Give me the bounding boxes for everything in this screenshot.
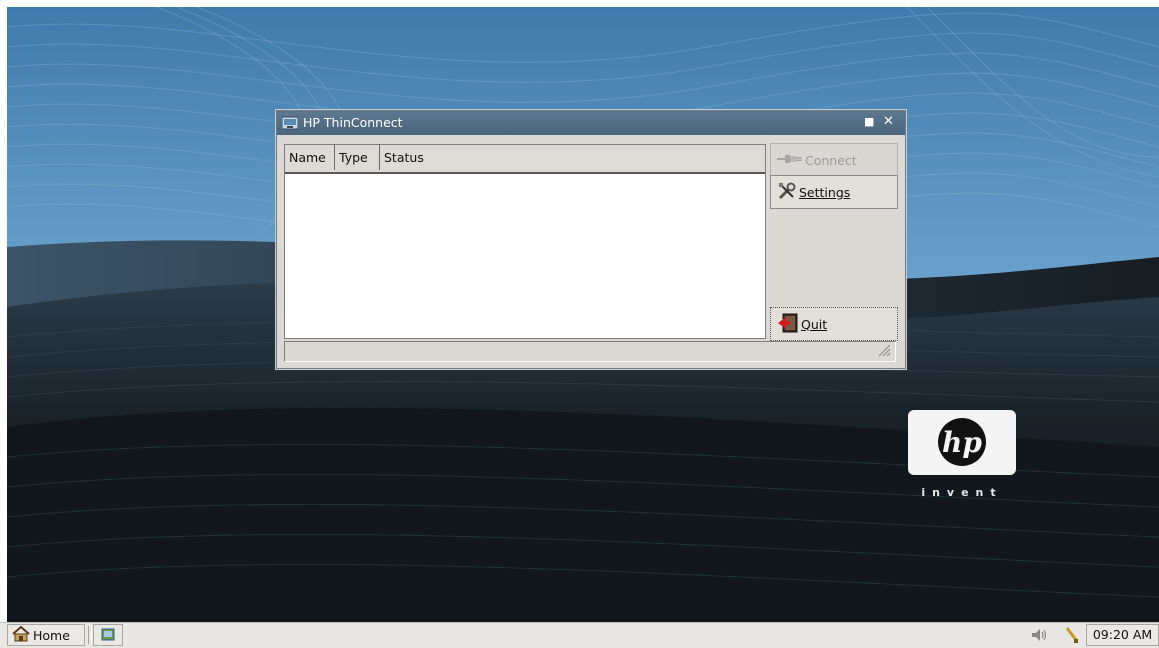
- resize-grip-icon[interactable]: [877, 343, 891, 357]
- volume-icon[interactable]: [1030, 627, 1048, 643]
- close-icon[interactable]: ✕: [883, 114, 894, 129]
- home-button[interactable]: Home: [7, 624, 85, 646]
- maximize-icon[interactable]: ■: [864, 115, 874, 128]
- exit-icon: [777, 313, 799, 336]
- list-header: Name Type Status: [285, 145, 765, 174]
- settings-button[interactable]: Settings: [770, 175, 898, 209]
- hp-logo: hp invent: [908, 410, 1016, 502]
- home-icon: [12, 625, 30, 645]
- title-bar[interactable]: HP ThinConnect ■ ✕: [277, 111, 905, 135]
- home-label: Home: [33, 627, 70, 643]
- svg-text:hp: hp: [942, 426, 982, 459]
- show-desktop-button[interactable]: [93, 624, 123, 646]
- connection-list[interactable]: Name Type Status: [284, 144, 766, 339]
- thinconnect-window: HP ThinConnect ■ ✕ Name Type Status Conn…: [276, 110, 906, 369]
- column-name[interactable]: Name: [285, 145, 335, 170]
- column-type[interactable]: Type: [335, 145, 380, 170]
- tools-icon: [777, 181, 797, 204]
- window-title: HP ThinConnect: [303, 115, 403, 130]
- settings-label: Settings: [799, 184, 851, 200]
- hp-logo-icon: hp: [938, 418, 986, 466]
- status-bar: [284, 341, 896, 362]
- quit-label: Quit: [801, 316, 828, 332]
- network-icon[interactable]: [1064, 626, 1080, 644]
- connect-label: Connect: [805, 152, 857, 168]
- desktop-icon: [101, 628, 115, 641]
- plug-icon: [777, 153, 803, 168]
- column-status[interactable]: Status: [380, 145, 765, 170]
- logo-word: invent: [921, 486, 1003, 499]
- taskbar-separator: [88, 626, 92, 644]
- thinconnect-app-icon: [282, 116, 298, 130]
- connect-button[interactable]: Connect: [770, 143, 898, 177]
- taskbar: Home 09:20 AM: [0, 622, 1159, 648]
- clock[interactable]: 09:20 AM: [1086, 624, 1159, 646]
- quit-button[interactable]: Quit: [770, 307, 898, 341]
